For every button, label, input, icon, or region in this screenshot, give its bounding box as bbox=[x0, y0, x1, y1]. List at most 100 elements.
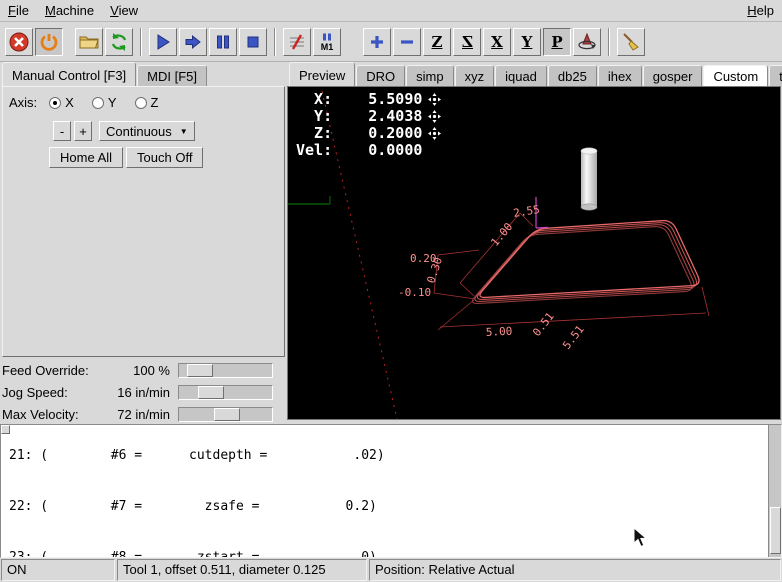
rotate-view-button[interactable] bbox=[573, 28, 601, 56]
open-file-button[interactable] bbox=[75, 28, 103, 56]
toolbar-separator bbox=[140, 28, 142, 56]
chevron-down-icon: ▼ bbox=[180, 127, 188, 136]
menu-file[interactable]: File bbox=[0, 1, 37, 20]
tab-gosper[interactable]: gosper bbox=[643, 65, 703, 86]
skip-lines-button[interactable] bbox=[283, 28, 311, 56]
view-front-button[interactable]: Y bbox=[513, 28, 541, 56]
minus-icon bbox=[398, 33, 416, 51]
tab-preview[interactable]: Preview bbox=[289, 62, 355, 86]
max-velocity-slider[interactable] bbox=[178, 407, 273, 422]
step-icon bbox=[183, 32, 203, 52]
pane-sash-handle[interactable] bbox=[1, 425, 10, 434]
slider-thumb[interactable] bbox=[214, 408, 240, 421]
home-all-button[interactable]: Home All bbox=[49, 147, 123, 168]
radio-y-icon[interactable] bbox=[92, 97, 104, 109]
gcode-line[interactable]: 21: ( #6 = cutdepth = .02) bbox=[9, 447, 767, 464]
tab-ttt[interactable]: ttt bbox=[769, 65, 782, 86]
zoom-out-button[interactable] bbox=[393, 28, 421, 56]
tool-info: Tool 1, offset 0.511, diameter 0.125 bbox=[117, 559, 367, 581]
feed-override-label: Feed Override: bbox=[2, 363, 98, 378]
axis-radio-z[interactable]: Z bbox=[135, 95, 159, 110]
toolbar-separator bbox=[608, 28, 610, 56]
jog-plus-button[interactable]: + bbox=[74, 121, 92, 141]
touch-off-button[interactable]: Touch Off bbox=[126, 147, 203, 168]
stop-icon bbox=[243, 32, 263, 52]
scrollbar-thumb[interactable] bbox=[770, 507, 781, 555]
view-top-button[interactable]: Z bbox=[423, 28, 451, 56]
y-position: 2.4038 bbox=[332, 108, 422, 125]
gcode-scrollbar[interactable] bbox=[768, 425, 781, 557]
dim-y-size: 1.00 bbox=[488, 220, 515, 249]
axis-radio-y[interactable]: Y bbox=[92, 95, 117, 110]
slider-thumb[interactable] bbox=[187, 364, 213, 377]
power-icon bbox=[38, 31, 60, 53]
rotate-icon bbox=[576, 31, 598, 53]
optional-pause-button[interactable]: M1 bbox=[313, 28, 341, 56]
jog-speed-value: 16 in/min bbox=[98, 385, 170, 400]
jog-minus-button[interactable]: - bbox=[53, 121, 71, 141]
menu-view[interactable]: View bbox=[102, 1, 146, 20]
tab-mdi[interactable]: MDI [F5] bbox=[137, 65, 207, 86]
machine-power-button[interactable] bbox=[35, 28, 63, 56]
menu-machine[interactable]: Machine bbox=[37, 1, 102, 20]
clear-plot-button[interactable] bbox=[617, 28, 645, 56]
max-velocity-label: Max Velocity: bbox=[2, 407, 98, 422]
axis-label: Axis: bbox=[9, 95, 37, 110]
linuxcnc-axis-window: File Machine View Help bbox=[0, 0, 782, 582]
dim-z-min: -0.10 bbox=[398, 286, 431, 299]
machine-state: ON bbox=[1, 559, 115, 581]
pause-button[interactable] bbox=[209, 28, 237, 56]
step-button[interactable] bbox=[179, 28, 207, 56]
reload-icon bbox=[108, 31, 130, 53]
reload-button[interactable] bbox=[105, 28, 133, 56]
tab-custom[interactable]: Custom bbox=[703, 65, 768, 86]
jog-speed-label: Jog Speed: bbox=[2, 385, 98, 400]
max-velocity-value: 72 in/min bbox=[98, 407, 170, 422]
dim-x-min: 0.51 bbox=[530, 310, 557, 339]
view-top2-button[interactable]: Z bbox=[453, 28, 481, 56]
jog-speed-slider[interactable] bbox=[178, 385, 273, 400]
run-button[interactable] bbox=[149, 28, 177, 56]
axis-radio-x[interactable]: X bbox=[49, 95, 74, 110]
manual-control-panel: Axis: X Y Z - + Continuous ▼ Home All bbox=[2, 86, 285, 357]
gcode-line[interactable]: 22: ( #7 = zsafe = 0.2) bbox=[9, 498, 767, 515]
pause-icon bbox=[213, 32, 233, 52]
view-perspective-button[interactable]: P bbox=[543, 28, 571, 56]
homed-icon bbox=[428, 110, 441, 123]
right-tab-bar: Preview DRO simp xyz iquad db25 ihex gos… bbox=[289, 62, 782, 86]
gcode-line[interactable]: 23: ( #8 = zstart = 0) bbox=[9, 549, 767, 557]
plus-icon bbox=[368, 33, 386, 51]
radio-z-icon[interactable] bbox=[135, 97, 147, 109]
tab-iquad[interactable]: iquad bbox=[495, 65, 547, 86]
tab-xyz[interactable]: xyz bbox=[455, 65, 495, 86]
stop-button[interactable] bbox=[239, 28, 267, 56]
menu-help[interactable]: Help bbox=[739, 1, 782, 20]
zoom-in-button[interactable] bbox=[363, 28, 391, 56]
dim-x-max: 5.51 bbox=[560, 323, 587, 352]
homed-icon bbox=[428, 93, 441, 106]
slash-icon bbox=[287, 32, 307, 52]
homed-icon bbox=[428, 127, 441, 140]
estop-button[interactable] bbox=[5, 28, 33, 56]
radio-x-icon[interactable] bbox=[49, 97, 61, 109]
feed-override-value: 100 % bbox=[98, 363, 170, 378]
velocity: 0.0000 bbox=[332, 142, 422, 159]
svg-text:M1: M1 bbox=[321, 42, 334, 52]
z-position: 0.2000 bbox=[332, 125, 422, 142]
jog-mode-dropdown[interactable]: Continuous ▼ bbox=[99, 121, 195, 141]
view-side-button[interactable]: X bbox=[483, 28, 511, 56]
feed-override-slider[interactable] bbox=[178, 363, 273, 378]
gcode-listing[interactable]: 21: ( #6 = cutdepth = .02) 22: ( #7 = zs… bbox=[0, 424, 782, 558]
tab-manual-control[interactable]: Manual Control [F3] bbox=[2, 62, 136, 86]
menubar: File Machine View Help bbox=[0, 0, 782, 22]
tab-ihex[interactable]: ihex bbox=[598, 65, 642, 86]
tab-db25[interactable]: db25 bbox=[548, 65, 597, 86]
tab-dro[interactable]: DRO bbox=[356, 65, 405, 86]
tab-simp[interactable]: simp bbox=[406, 65, 453, 86]
folder-icon bbox=[78, 31, 100, 53]
slider-thumb[interactable] bbox=[198, 386, 224, 399]
position-readout: X:5.5090 Y:2.4038 Z:0.2000 Vel:0.0000 bbox=[296, 91, 441, 159]
preview-plot[interactable]: 5.00 0.51 5.51 0.20 -0.10 0.30 1.00 2.55… bbox=[287, 86, 781, 420]
estop-icon bbox=[8, 31, 30, 53]
dim-x-size: 5.00 bbox=[485, 325, 512, 339]
